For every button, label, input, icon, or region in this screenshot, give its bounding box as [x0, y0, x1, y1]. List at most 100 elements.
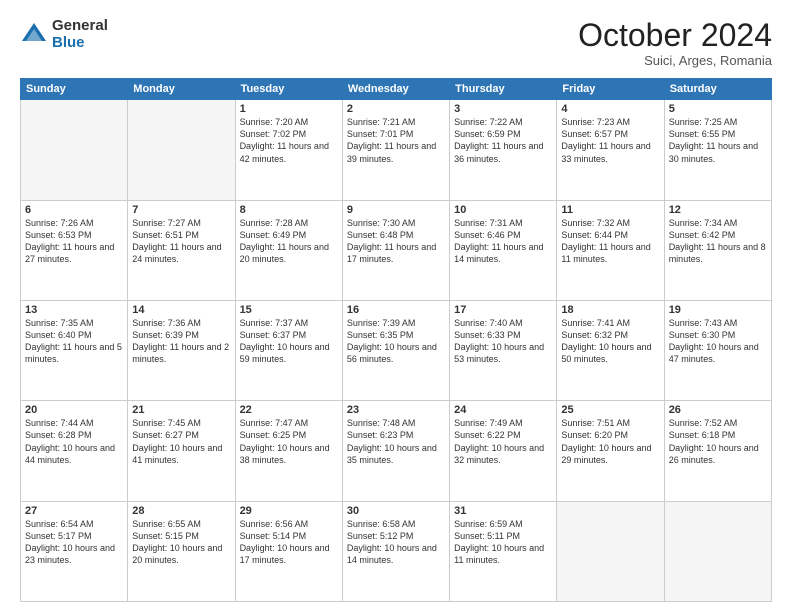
calendar-cell: 29Sunrise: 6:56 AM Sunset: 5:14 PM Dayli… — [235, 501, 342, 601]
calendar-cell — [664, 501, 771, 601]
calendar-cell: 14Sunrise: 7:36 AM Sunset: 6:39 PM Dayli… — [128, 300, 235, 400]
subtitle: Suici, Arges, Romania — [578, 53, 772, 68]
calendar-cell: 7Sunrise: 7:27 AM Sunset: 6:51 PM Daylig… — [128, 200, 235, 300]
calendar-cell: 8Sunrise: 7:28 AM Sunset: 6:49 PM Daylig… — [235, 200, 342, 300]
day-info: Sunrise: 7:27 AM Sunset: 6:51 PM Dayligh… — [132, 217, 230, 266]
day-info: Sunrise: 6:54 AM Sunset: 5:17 PM Dayligh… — [25, 518, 123, 567]
day-number: 31 — [454, 505, 552, 517]
day-info: Sunrise: 7:28 AM Sunset: 6:49 PM Dayligh… — [240, 217, 338, 266]
day-info: Sunrise: 7:23 AM Sunset: 6:57 PM Dayligh… — [561, 116, 659, 165]
day-info: Sunrise: 7:30 AM Sunset: 6:48 PM Dayligh… — [347, 217, 445, 266]
calendar-cell: 26Sunrise: 7:52 AM Sunset: 6:18 PM Dayli… — [664, 401, 771, 501]
calendar-cell: 19Sunrise: 7:43 AM Sunset: 6:30 PM Dayli… — [664, 300, 771, 400]
calendar-week-row-1: 1Sunrise: 7:20 AM Sunset: 7:02 PM Daylig… — [21, 100, 772, 200]
day-info: Sunrise: 7:49 AM Sunset: 6:22 PM Dayligh… — [454, 417, 552, 466]
header: General Blue October 2024 Suici, Arges, … — [20, 18, 772, 68]
logo: General Blue — [20, 18, 108, 51]
calendar-cell — [21, 100, 128, 200]
day-info: Sunrise: 7:37 AM Sunset: 6:37 PM Dayligh… — [240, 317, 338, 366]
day-number: 1 — [240, 103, 338, 115]
day-number: 29 — [240, 505, 338, 517]
day-number: 19 — [669, 304, 767, 316]
day-info: Sunrise: 7:35 AM Sunset: 6:40 PM Dayligh… — [25, 317, 123, 366]
day-number: 20 — [25, 404, 123, 416]
day-info: Sunrise: 7:40 AM Sunset: 6:33 PM Dayligh… — [454, 317, 552, 366]
day-info: Sunrise: 7:36 AM Sunset: 6:39 PM Dayligh… — [132, 317, 230, 366]
calendar-week-row-4: 20Sunrise: 7:44 AM Sunset: 6:28 PM Dayli… — [21, 401, 772, 501]
calendar-cell: 21Sunrise: 7:45 AM Sunset: 6:27 PM Dayli… — [128, 401, 235, 501]
col-sunday: Sunday — [21, 79, 128, 100]
day-number: 8 — [240, 204, 338, 216]
calendar-table: Sunday Monday Tuesday Wednesday Thursday… — [20, 78, 772, 602]
calendar-cell: 24Sunrise: 7:49 AM Sunset: 6:22 PM Dayli… — [450, 401, 557, 501]
title-block: October 2024 Suici, Arges, Romania — [578, 18, 772, 68]
col-friday: Friday — [557, 79, 664, 100]
day-number: 15 — [240, 304, 338, 316]
day-info: Sunrise: 7:32 AM Sunset: 6:44 PM Dayligh… — [561, 217, 659, 266]
calendar-cell: 16Sunrise: 7:39 AM Sunset: 6:35 PM Dayli… — [342, 300, 449, 400]
calendar-week-row-3: 13Sunrise: 7:35 AM Sunset: 6:40 PM Dayli… — [21, 300, 772, 400]
col-saturday: Saturday — [664, 79, 771, 100]
day-number: 2 — [347, 103, 445, 115]
calendar-cell: 9Sunrise: 7:30 AM Sunset: 6:48 PM Daylig… — [342, 200, 449, 300]
day-info: Sunrise: 7:48 AM Sunset: 6:23 PM Dayligh… — [347, 417, 445, 466]
logo-general-label: General — [52, 18, 108, 35]
col-thursday: Thursday — [450, 79, 557, 100]
day-number: 12 — [669, 204, 767, 216]
calendar-cell: 20Sunrise: 7:44 AM Sunset: 6:28 PM Dayli… — [21, 401, 128, 501]
day-info: Sunrise: 7:21 AM Sunset: 7:01 PM Dayligh… — [347, 116, 445, 165]
day-info: Sunrise: 7:26 AM Sunset: 6:53 PM Dayligh… — [25, 217, 123, 266]
day-number: 6 — [25, 204, 123, 216]
col-wednesday: Wednesday — [342, 79, 449, 100]
day-info: Sunrise: 6:55 AM Sunset: 5:15 PM Dayligh… — [132, 518, 230, 567]
calendar-cell: 30Sunrise: 6:58 AM Sunset: 5:12 PM Dayli… — [342, 501, 449, 601]
calendar-cell: 25Sunrise: 7:51 AM Sunset: 6:20 PM Dayli… — [557, 401, 664, 501]
calendar-cell: 3Sunrise: 7:22 AM Sunset: 6:59 PM Daylig… — [450, 100, 557, 200]
day-info: Sunrise: 6:56 AM Sunset: 5:14 PM Dayligh… — [240, 518, 338, 567]
day-number: 27 — [25, 505, 123, 517]
day-number: 14 — [132, 304, 230, 316]
day-number: 21 — [132, 404, 230, 416]
logo-blue-label: Blue — [52, 35, 108, 52]
col-tuesday: Tuesday — [235, 79, 342, 100]
day-number: 17 — [454, 304, 552, 316]
day-info: Sunrise: 7:34 AM Sunset: 6:42 PM Dayligh… — [669, 217, 767, 266]
calendar-cell: 1Sunrise: 7:20 AM Sunset: 7:02 PM Daylig… — [235, 100, 342, 200]
day-info: Sunrise: 7:31 AM Sunset: 6:46 PM Dayligh… — [454, 217, 552, 266]
day-number: 22 — [240, 404, 338, 416]
calendar-cell: 31Sunrise: 6:59 AM Sunset: 5:11 PM Dayli… — [450, 501, 557, 601]
page: General Blue October 2024 Suici, Arges, … — [0, 0, 792, 612]
calendar-cell: 18Sunrise: 7:41 AM Sunset: 6:32 PM Dayli… — [557, 300, 664, 400]
col-monday: Monday — [128, 79, 235, 100]
day-number: 28 — [132, 505, 230, 517]
calendar-cell — [557, 501, 664, 601]
calendar-week-row-2: 6Sunrise: 7:26 AM Sunset: 6:53 PM Daylig… — [21, 200, 772, 300]
day-number: 25 — [561, 404, 659, 416]
day-number: 3 — [454, 103, 552, 115]
calendar-cell: 13Sunrise: 7:35 AM Sunset: 6:40 PM Dayli… — [21, 300, 128, 400]
day-info: Sunrise: 7:52 AM Sunset: 6:18 PM Dayligh… — [669, 417, 767, 466]
calendar-cell: 4Sunrise: 7:23 AM Sunset: 6:57 PM Daylig… — [557, 100, 664, 200]
logo-icon — [20, 21, 48, 49]
day-info: Sunrise: 7:41 AM Sunset: 6:32 PM Dayligh… — [561, 317, 659, 366]
calendar-cell: 27Sunrise: 6:54 AM Sunset: 5:17 PM Dayli… — [21, 501, 128, 601]
calendar-cell: 23Sunrise: 7:48 AM Sunset: 6:23 PM Dayli… — [342, 401, 449, 501]
month-title: October 2024 — [578, 18, 772, 53]
logo-text: General Blue — [52, 18, 108, 51]
day-info: Sunrise: 7:25 AM Sunset: 6:55 PM Dayligh… — [669, 116, 767, 165]
day-number: 23 — [347, 404, 445, 416]
calendar-cell: 5Sunrise: 7:25 AM Sunset: 6:55 PM Daylig… — [664, 100, 771, 200]
day-info: Sunrise: 7:44 AM Sunset: 6:28 PM Dayligh… — [25, 417, 123, 466]
day-number: 13 — [25, 304, 123, 316]
calendar-cell: 28Sunrise: 6:55 AM Sunset: 5:15 PM Dayli… — [128, 501, 235, 601]
calendar-cell: 17Sunrise: 7:40 AM Sunset: 6:33 PM Dayli… — [450, 300, 557, 400]
calendar-header-row: Sunday Monday Tuesday Wednesday Thursday… — [21, 79, 772, 100]
day-number: 26 — [669, 404, 767, 416]
day-number: 30 — [347, 505, 445, 517]
day-info: Sunrise: 7:51 AM Sunset: 6:20 PM Dayligh… — [561, 417, 659, 466]
day-info: Sunrise: 7:22 AM Sunset: 6:59 PM Dayligh… — [454, 116, 552, 165]
day-number: 4 — [561, 103, 659, 115]
day-number: 16 — [347, 304, 445, 316]
day-info: Sunrise: 7:47 AM Sunset: 6:25 PM Dayligh… — [240, 417, 338, 466]
day-info: Sunrise: 7:39 AM Sunset: 6:35 PM Dayligh… — [347, 317, 445, 366]
